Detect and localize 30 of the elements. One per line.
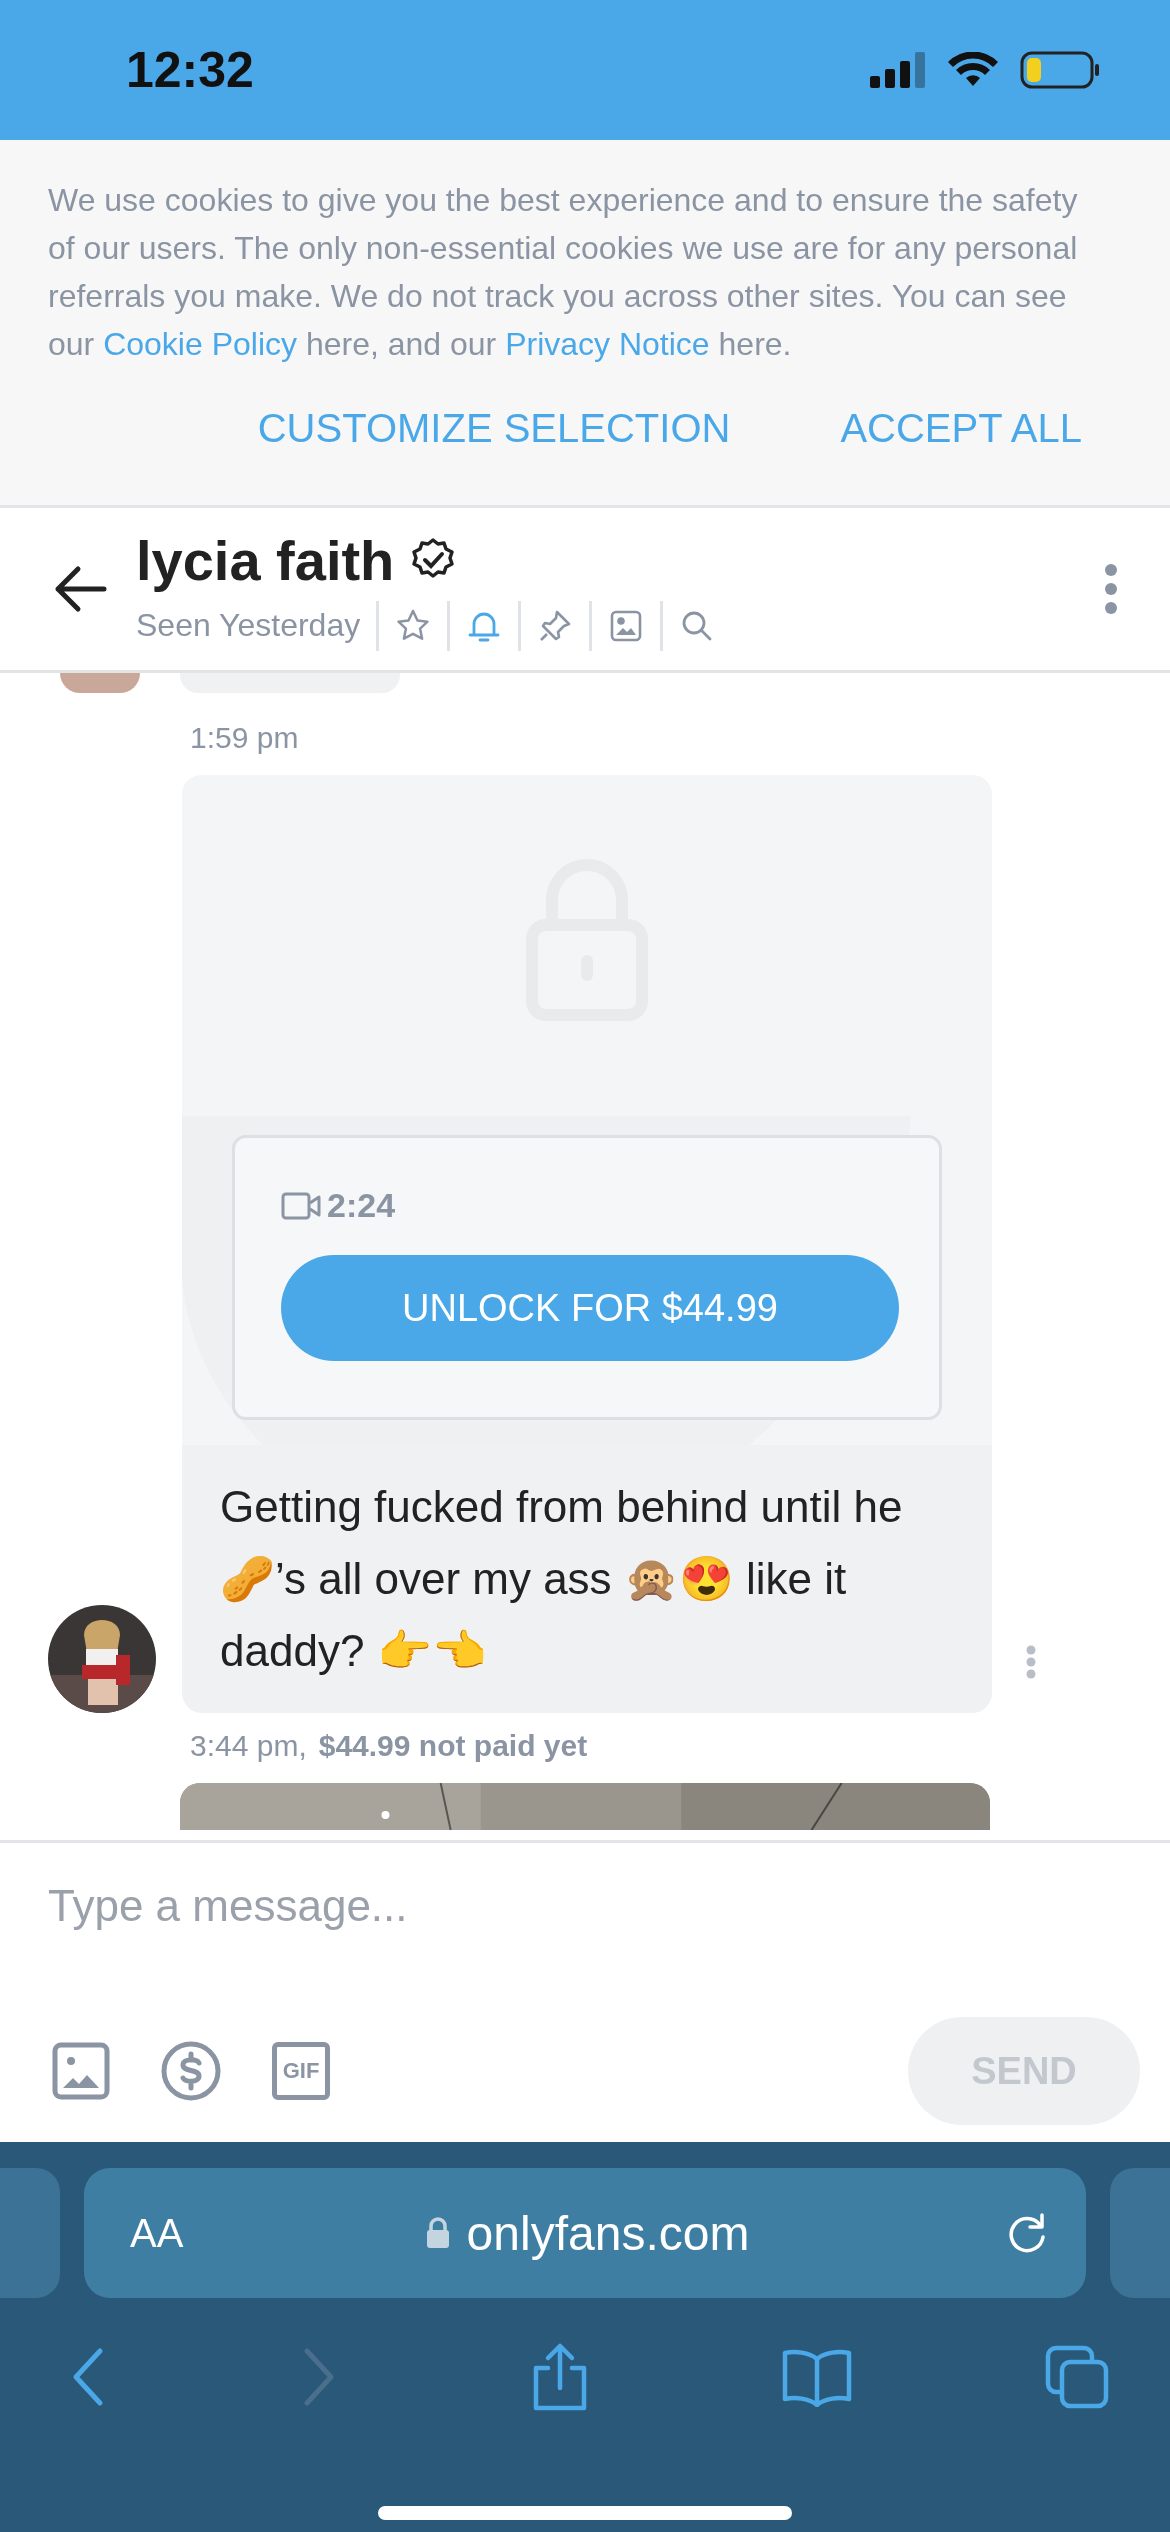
video-duration: 2:24 xyxy=(327,1186,396,1225)
lock-icon xyxy=(424,2216,451,2250)
message-options-icon[interactable] xyxy=(1026,1645,1036,1679)
cookie-notice-text: We use cookies to give you the best experience and to ensure the safety of our users. The only non-essential cookies we use are for any personal referrals you make. We do not track you across other sites. You can see our Cookie Policy here, and our Privacy Notice here. xyxy=(48,181,1079,364)
clock-time: 12:32 xyxy=(126,41,254,99)
unlock-button[interactable]: UNLOCK FOR $44.99 xyxy=(281,1255,899,1361)
address-bar[interactable]: AA onlyfans.com xyxy=(84,2168,1086,2298)
battery-icon xyxy=(1020,51,1100,89)
policy-link[interactable]: Privacy Notice xyxy=(505,326,710,362)
contact-name: lycia faith xyxy=(136,527,395,593)
message-input[interactable]: Type a message... xyxy=(48,1881,1122,1931)
policy-link[interactable]: Cookie Policy xyxy=(103,326,297,362)
url-text: onlyfans.com xyxy=(466,2205,750,2261)
last-seen-text: Seen Yesterday xyxy=(136,607,361,644)
image-icon[interactable] xyxy=(52,2042,110,2100)
gif-button[interactable]: GIF xyxy=(272,2042,330,2100)
bookmarks-icon[interactable] xyxy=(781,2347,853,2407)
message-time: 1:59 pm xyxy=(190,720,300,756)
signal-icon xyxy=(870,52,926,88)
text-size-button[interactable]: AA xyxy=(130,2210,270,2256)
dollar-coin-icon[interactable] xyxy=(160,2040,222,2102)
payment-status: $44.99 not paid yet xyxy=(318,1729,588,1763)
cookie-button[interactable]: CUSTOMIZE SELECTION xyxy=(257,406,731,451)
cookie-button[interactable]: ACCEPT ALL xyxy=(840,406,1082,451)
message-text: Getting fucked from behind until he 🥜’s all over my ass 🙊😍 like it daddy? 👉👈 xyxy=(219,1481,904,1677)
video-icon xyxy=(281,1190,321,1221)
wifi-icon xyxy=(948,52,998,88)
message-time: 3:44 pm, xyxy=(190,1729,307,1763)
tabs-icon[interactable] xyxy=(1044,2344,1110,2410)
more-options-icon[interactable] xyxy=(1104,563,1118,615)
